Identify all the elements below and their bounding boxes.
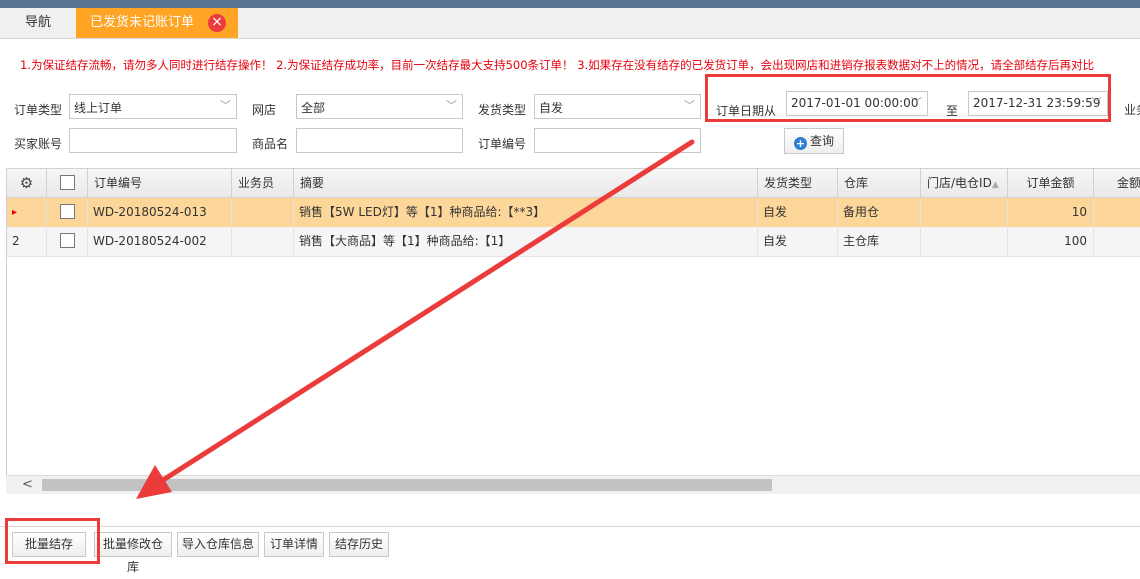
cell-summary: 销售【大商品】等【1】种商品给:【1】	[294, 227, 758, 256]
chevron-down-icon: ﹀	[220, 99, 231, 112]
cell-store-id	[921, 198, 1008, 227]
cell-warehouse: 主仓库	[838, 227, 921, 256]
close-icon[interactable]: ×	[208, 14, 226, 32]
column-settings[interactable]: ⚙	[7, 169, 47, 197]
row-indicator: ▸	[7, 198, 47, 227]
order-type-value: 线上订单	[74, 101, 123, 115]
header-warehouse[interactable]: 仓库	[838, 169, 921, 197]
cell-amount-truncated	[1094, 227, 1140, 256]
cell-order-no: WD-20180524-002	[88, 227, 232, 256]
cell-summary: 销售【5W LED灯】等【1】种商品给:【**3】	[294, 198, 758, 227]
cell-amount: 10	[1008, 198, 1094, 227]
lock-icon: ▲	[991, 180, 999, 190]
scroll-left-icon[interactable]: <	[22, 477, 33, 492]
cell-salesman	[232, 198, 294, 227]
batch-settle-highlight	[5, 518, 100, 564]
shop-value: 全部	[301, 101, 326, 115]
ship-type-label: 发货类型	[478, 103, 527, 117]
header-amount-truncated[interactable]: 金额	[1094, 169, 1140, 197]
cell-ship-type: 自发	[758, 198, 838, 227]
header-amount[interactable]: 订单金额	[1008, 169, 1094, 197]
header-salesman[interactable]: 业务员	[232, 169, 294, 197]
search-icon: +	[793, 137, 807, 150]
row-checkbox[interactable]	[59, 233, 75, 248]
select-all-cell	[47, 169, 88, 197]
table-row[interactable]: ▸ WD-20180524-013 销售【5W LED灯】等【1】种商品给:【*…	[7, 198, 1140, 228]
table-row[interactable]: 2 WD-20180524-002 销售【大商品】等【1】种商品给:【1】 自发…	[7, 227, 1140, 257]
header-summary[interactable]: 摘要	[294, 169, 758, 197]
cell-warehouse: 备用仓	[838, 198, 921, 227]
settle-history-button[interactable]: 结存历史	[329, 532, 389, 557]
chevron-down-icon: ﹀	[684, 99, 695, 112]
row-checkbox-cell	[47, 227, 88, 256]
import-warehouse-button[interactable]: 导入仓库信息	[177, 532, 259, 557]
query-button-label: 查询	[809, 134, 834, 148]
horizontal-scrollbar[interactable]: <	[6, 475, 1140, 494]
table-header: ⚙ 订单编号 业务员 摘要 发货类型 仓库 门店/电仓ID▲ 订单金额 金额	[7, 169, 1140, 198]
batch-edit-warehouse-button[interactable]: 批量修改仓库	[94, 532, 172, 574]
cell-amount: 100	[1008, 227, 1094, 256]
salesman-label-truncated: 业务	[1124, 103, 1140, 117]
buyer-account-label: 买家账号	[14, 137, 63, 151]
tab-unbooked-shipped-orders[interactable]: 已发货未记账订单 ×	[76, 8, 238, 38]
tab-label: 已发货未记账订单	[90, 15, 195, 30]
cell-order-no: WD-20180524-013	[88, 198, 232, 227]
row-index: 2	[7, 227, 47, 256]
ship-type-value: 自发	[539, 101, 564, 115]
orders-table: ⚙ 订单编号 业务员 摘要 发货类型 仓库 门店/电仓ID▲ 订单金额 金额 ▸…	[6, 168, 1140, 494]
gear-icon: ⚙	[19, 174, 34, 192]
select-all-checkbox[interactable]	[59, 175, 75, 190]
header-store-id-label: 门店/电仓ID	[927, 176, 992, 190]
header-store-id[interactable]: 门店/电仓ID▲	[921, 169, 1008, 197]
header-order-no[interactable]: 订单编号	[88, 169, 232, 197]
shop-label: 网店	[252, 103, 277, 117]
cell-amount-truncated	[1094, 198, 1140, 227]
tab-bar: 导航 已发货未记账订单 ×	[0, 8, 1140, 39]
cell-store-id	[921, 227, 1008, 256]
cell-salesman	[232, 227, 294, 256]
order-number-input[interactable]	[534, 128, 701, 153]
header-ship-type[interactable]: 发货类型	[758, 169, 838, 197]
query-button[interactable]: + 查询	[784, 128, 844, 154]
row-checkbox-cell	[47, 198, 88, 227]
buyer-account-input[interactable]	[69, 128, 237, 153]
order-type-label: 订单类型	[14, 103, 63, 117]
product-name-label: 商品名	[252, 137, 289, 151]
order-type-select[interactable]: 线上订单 ﹀	[69, 94, 237, 119]
product-name-input[interactable]	[296, 128, 463, 153]
shop-select[interactable]: 全部 ﹀	[296, 94, 463, 119]
top-header-strip	[0, 0, 1140, 8]
row-checkbox[interactable]	[59, 204, 75, 219]
order-detail-button[interactable]: 订单详情	[264, 532, 324, 557]
tab-navigation[interactable]: 导航	[0, 8, 76, 38]
cell-ship-type: 自发	[758, 227, 838, 256]
scrollbar-thumb[interactable]	[42, 479, 772, 491]
order-number-label: 订单编号	[478, 137, 527, 151]
ship-type-select[interactable]: 自发 ﹀	[534, 94, 701, 119]
chevron-down-icon: ﹀	[446, 99, 457, 112]
date-range-highlight	[705, 74, 1111, 122]
notice-text: 1.为保证结存流畅，请勿多人同时进行结存操作！ 2.为保证结存成功率，目前一次结…	[20, 58, 1095, 72]
